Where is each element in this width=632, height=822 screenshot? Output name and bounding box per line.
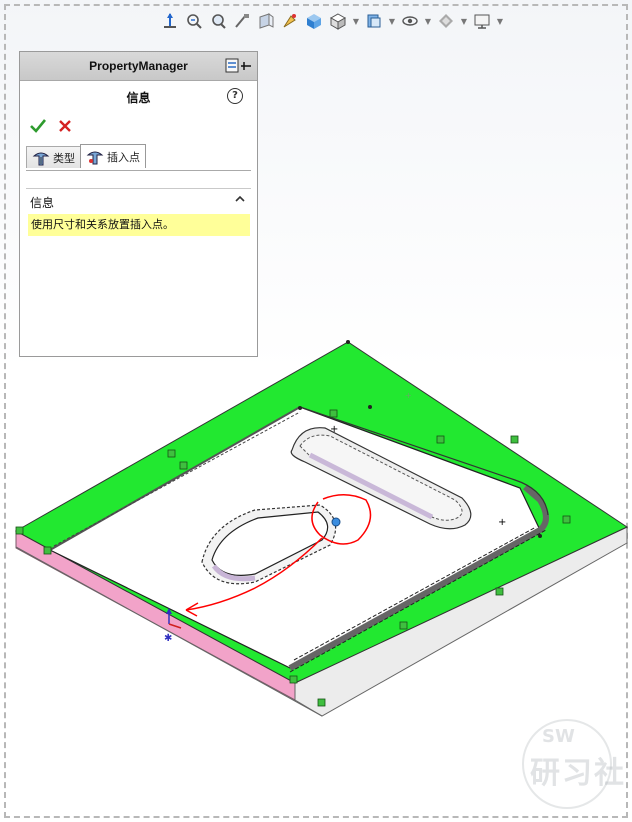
cancel-x-icon[interactable] bbox=[56, 117, 74, 135]
ok-check-icon[interactable] bbox=[29, 117, 47, 135]
tab-underline bbox=[26, 170, 251, 171]
hole-type-icon bbox=[32, 152, 50, 165]
tab-positions[interactable]: 插入点 bbox=[80, 144, 146, 168]
tab-type[interactable]: 类型 bbox=[26, 146, 81, 168]
pin-icon[interactable] bbox=[223, 57, 253, 75]
ok-cancel-row bbox=[20, 113, 257, 141]
message-text: 使用尺寸和关系放置插入点。 bbox=[28, 214, 250, 236]
feature-title-row: 信息 ? bbox=[20, 81, 257, 113]
graphics-area[interactable]: ▼ ▼ ▼ ▼ ▼ + + + ✱ PropertyManager 信息 ? 类… bbox=[0, 0, 632, 822]
message-group-header[interactable]: 信息 bbox=[26, 188, 251, 211]
tab-type-label: 类型 bbox=[53, 151, 75, 165]
tab-positions-label: 插入点 bbox=[107, 150, 140, 164]
svg-text:+: + bbox=[498, 517, 506, 528]
svg-text:+: + bbox=[405, 391, 412, 400]
watermark-cn: 研习社 bbox=[530, 756, 626, 791]
help-icon[interactable]: ? bbox=[227, 88, 243, 104]
message-group-label: 信息 bbox=[30, 196, 55, 210]
svg-text:✱: ✱ bbox=[164, 633, 172, 644]
chevron-up-icon[interactable] bbox=[233, 192, 247, 206]
property-manager-title: PropertyManager bbox=[89, 59, 188, 73]
insertion-point bbox=[331, 517, 341, 527]
hole-position-icon bbox=[86, 151, 104, 164]
feature-title: 信息 bbox=[126, 91, 151, 105]
watermark-sw: SW bbox=[542, 726, 575, 747]
property-manager-panel: PropertyManager 信息 ? 类型 插入点 信息 使用尺寸和关系放置… bbox=[19, 51, 258, 357]
property-tabs: 类型 插入点 bbox=[26, 144, 146, 170]
property-manager-header: PropertyManager bbox=[20, 52, 257, 81]
svg-text:+: + bbox=[330, 424, 338, 435]
